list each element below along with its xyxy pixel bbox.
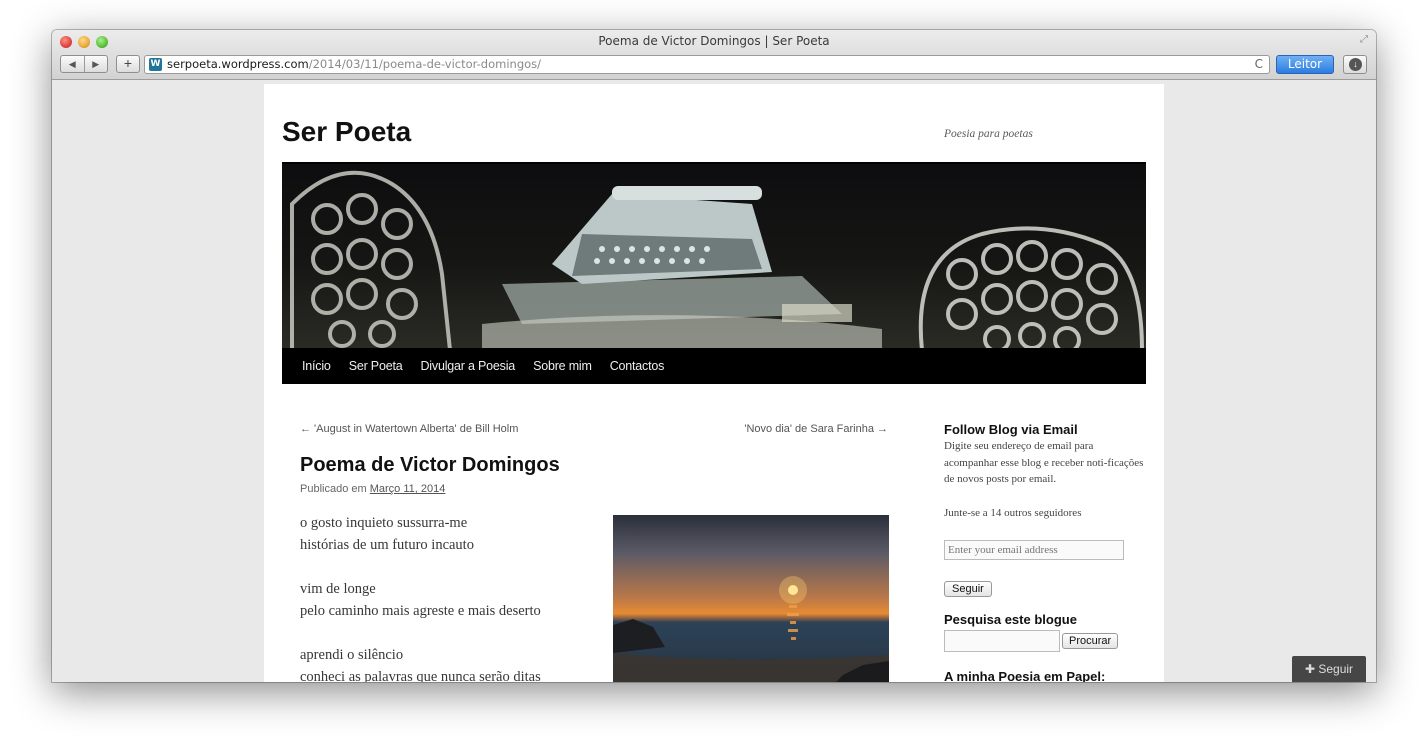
wordpress-favicon-icon: W <box>149 58 162 71</box>
back-icon[interactable]: ◀ <box>61 56 84 72</box>
next-post-link[interactable]: 'Novo dia' de Sara Farinha → <box>744 423 888 435</box>
email-field[interactable] <box>944 540 1124 560</box>
follow-widget-text: Digite seu endereço de email para acompa… <box>944 440 1144 485</box>
poem-stanza: aprendi o silêncio conheci as palavras q… <box>300 644 541 682</box>
typewriter-illustration <box>482 186 882 348</box>
download-icon: ↓ <box>1349 58 1362 71</box>
poem-body: o gosto inquieto sussurra-me histórias d… <box>300 512 541 682</box>
browser-window: Poema de Victor Domingos | Ser Poeta ⤢ ◀… <box>52 30 1376 682</box>
page-container: Ser Poeta Poesia para poetas Início Ser … <box>264 84 1164 682</box>
window-title: Poema de Victor Domingos | Ser Poeta <box>598 34 830 48</box>
poem-line: pelo caminho mais agreste e mais deserto <box>300 603 541 619</box>
follow-badge-label: Seguir <box>1318 662 1354 676</box>
poem-stanza: o gosto inquieto sussurra-me histórias d… <box>300 512 541 556</box>
sidebar: Follow Blog via Email Digite seu endereç… <box>944 422 1144 682</box>
main-menu: Início Ser Poeta Divulgar a Poesia Sobre… <box>282 348 1146 384</box>
paper-poetry-widget-title: A minha Poesia em Papel: <box>944 669 1106 682</box>
url-host: serpoeta.wordpress.com <box>167 57 309 71</box>
poem-stanza: vim de longe pelo caminho mais agreste e… <box>300 578 541 622</box>
menu-item-inicio[interactable]: Início <box>293 348 340 384</box>
search-widget-title: Pesquisa este blogue <box>944 612 1077 627</box>
previous-post-link[interactable]: ← 'August in Watertown Alberta' de Bill … <box>300 423 518 435</box>
title-bar: Poema de Victor Domingos | Ser Poeta ⤢ ◀… <box>52 30 1376 80</box>
followers-count: Junte-se a 14 outros seguidores <box>944 506 1082 519</box>
downloads-button[interactable]: ↓ <box>1343 55 1367 74</box>
add-bookmark-button[interactable]: + <box>116 55 140 73</box>
post-meta: Publicado em Março 11, 2014 <box>300 483 445 495</box>
poem-line: histórias de um futuro incauto <box>300 537 474 553</box>
search-button[interactable]: Procurar <box>1062 633 1119 649</box>
page-viewport: Ser Poeta Poesia para poetas Início Ser … <box>52 81 1376 682</box>
menu-item-ser-poeta[interactable]: Ser Poeta <box>340 348 412 384</box>
follow-button[interactable]: Seguir <box>944 581 992 597</box>
menu-item-sobre-mim[interactable]: Sobre mim <box>524 348 601 384</box>
reload-icon[interactable]: C <box>1255 56 1263 73</box>
search-input[interactable] <box>944 630 1060 652</box>
menu-item-divulgar-a-poesia[interactable]: Divulgar a Poesia <box>411 348 524 384</box>
menu-item-contactos[interactable]: Contactos <box>601 348 673 384</box>
poem-line: aprendi o silêncio <box>300 647 404 663</box>
post-meta-prefix: Publicado em <box>300 483 367 495</box>
poem-line: conheci as palavras que nunca serão dita… <box>300 669 541 682</box>
plus-circle-icon: ✚ <box>1304 662 1316 676</box>
fullscreen-icon[interactable]: ⤢ <box>1360 34 1368 45</box>
sunset-photo[interactable] <box>613 515 889 682</box>
reader-button[interactable]: Leitor <box>1276 55 1334 74</box>
header-image[interactable] <box>282 162 1146 348</box>
site-title[interactable]: Ser Poeta <box>282 116 411 148</box>
left-chair-illustration <box>290 170 452 348</box>
right-chair-illustration <box>918 226 1144 348</box>
follow-badge-button[interactable]: ✚ Seguir <box>1292 656 1366 682</box>
post-title[interactable]: Poema de Victor Domingos <box>300 454 560 477</box>
post-date-link[interactable]: Março 11, 2014 <box>370 483 446 495</box>
history-nav: ◀ ▶ <box>60 55 108 73</box>
follow-widget-title: Follow Blog via Email <box>944 422 1078 437</box>
url-path: /2014/03/11/poema-de-victor-domingos/ <box>308 57 542 71</box>
site-description: Poesia para poetas <box>944 128 1033 140</box>
address-bar[interactable]: W serpoeta.wordpress.com/2014/03/11/poem… <box>144 55 1270 74</box>
poem-line: vim de longe <box>300 581 376 597</box>
poem-line: o gosto inquieto sussurra-me <box>300 515 468 531</box>
forward-icon[interactable]: ▶ <box>83 56 108 72</box>
